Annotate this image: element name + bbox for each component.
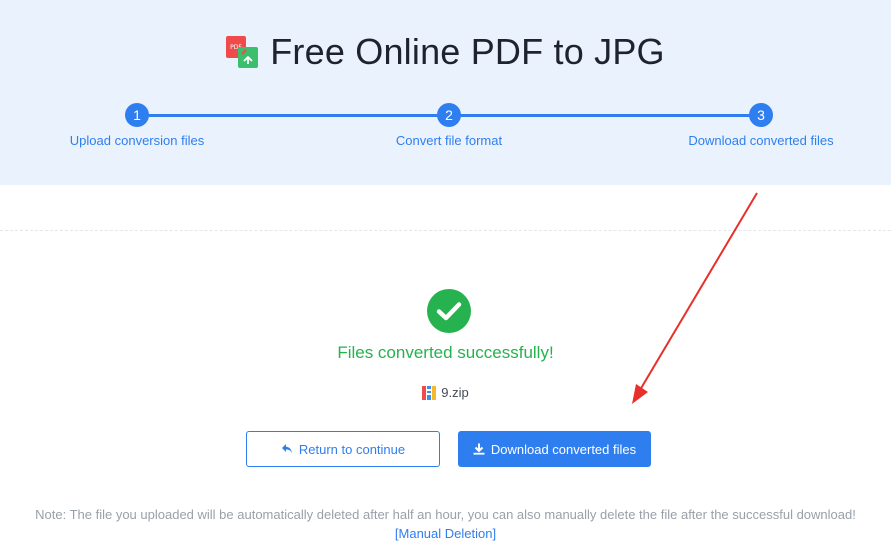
step-1-circle: 1 (125, 103, 149, 127)
step-2-circle: 2 (437, 103, 461, 127)
step-2-label: Convert file format (395, 133, 503, 148)
page-title: Free Online PDF to JPG (270, 31, 665, 72)
download-button-label: Download converted files (490, 441, 637, 457)
download-icon (473, 443, 485, 455)
return-to-continue-button[interactable]: Return to continue (246, 431, 440, 467)
reply-arrow-icon (281, 444, 292, 454)
deletion-note: Note: The file you uploaded will be auto… (0, 505, 891, 543)
success-message: Files converted successfully! (337, 343, 554, 362)
step-3-label: Download converted files (688, 133, 834, 148)
download-converted-files-button[interactable]: Download converted files (458, 431, 651, 467)
step-connector-2 (460, 114, 750, 117)
title-row: PDF Free Online PDF to JPG (0, 28, 891, 76)
progress-steps: 1 Upload conversion files 2 Convert file… (0, 103, 891, 163)
pdf-to-jpg-icon: PDF (226, 34, 260, 70)
note-text: Note: The file you uploaded will be auto… (35, 507, 856, 522)
section-divider (0, 230, 891, 231)
result-file: 9.zip (0, 385, 891, 400)
step-connector-1 (148, 114, 438, 117)
step-1-label: Upload conversion files (69, 133, 205, 148)
check-circle-icon (427, 289, 471, 333)
return-button-label: Return to continue (298, 441, 406, 457)
file-name[interactable]: 9.zip (441, 385, 468, 400)
zip-file-icon (422, 385, 437, 400)
step-3-circle: 3 (749, 103, 773, 127)
manual-deletion-link[interactable]: [Manual Deletion] (395, 526, 496, 541)
header-banner: PDF Free Online PDF to JPG 1 Upload conv… (0, 0, 891, 185)
